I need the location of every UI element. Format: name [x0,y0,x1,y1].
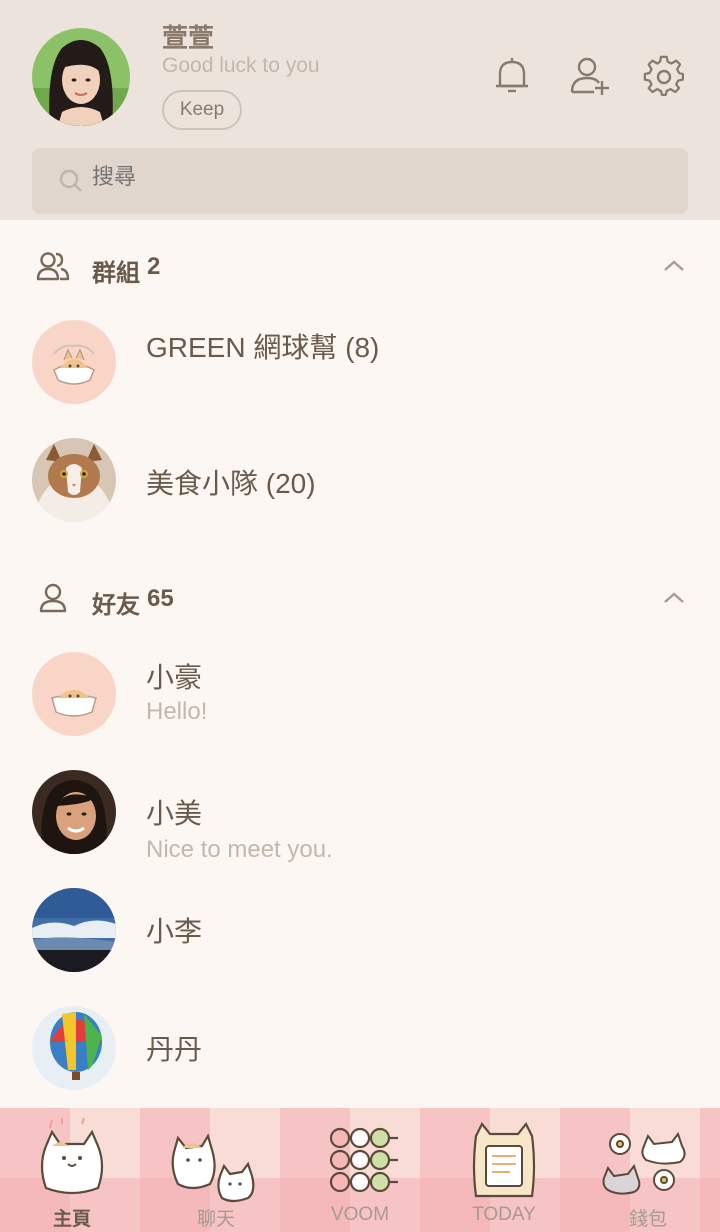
friend-row[interactable]: 小美 Nice to meet you. [0,756,720,866]
friends-count: 65 [147,585,174,612]
groups-section-label: 群組 [92,260,140,287]
friend-row[interactable]: 丹丹 [0,992,720,1102]
chevron-up-icon[interactable] [660,256,688,276]
tab-today-label: TODAY [472,1204,536,1225]
friend-status-message: Hello! [146,698,208,725]
tab-wallet[interactable]: 錢包 [576,1108,720,1232]
group-name: 美食小隊 (20) [146,468,316,499]
bell-icon[interactable] [490,54,534,98]
tab-chats-label: 聊天 [196,1209,235,1230]
friend-row[interactable]: 小豪 Hello! [0,638,720,748]
friend-name: 丹丹 [146,1034,203,1065]
friend-avatar [32,770,116,854]
friends-section-header[interactable]: 好友 65 [0,568,720,628]
groups-count: 2 [147,253,161,280]
search-icon [58,168,84,194]
friend-icon [36,582,70,614]
friend-row[interactable]: 小李 [0,874,720,984]
group-row[interactable]: 美食小隊 (20) [0,424,720,534]
group-avatar [32,320,116,404]
group-icon [36,250,70,282]
friend-avatar [32,888,116,972]
friend-avatar [32,1006,116,1090]
profile-name[interactable]: 萱萱 [162,18,214,55]
friend-avatar [32,652,116,736]
tab-wallet-label: 錢包 [628,1209,667,1230]
keep-button[interactable]: Keep [162,90,242,130]
friend-status-message: Nice to meet you. [146,836,333,863]
chat-cats-icon [171,1133,255,1203]
profile-avatar[interactable] [32,28,130,126]
tab-chats[interactable]: 聊天 [144,1108,288,1232]
add-friend-icon[interactable] [568,54,612,98]
friend-name: 小豪 [146,662,203,693]
voom-dango-icon [329,1127,398,1193]
tab-today[interactable]: TODAY [432,1108,576,1232]
home-cat-icon [40,1117,104,1195]
chevron-up-icon[interactable] [660,588,688,608]
tab-home[interactable]: 主頁 [0,1108,144,1232]
settings-gear-icon[interactable] [642,54,686,98]
bottom-tab-bar: 主頁 聊天 VOOM TODAY 錢包 [0,1108,720,1232]
group-avatar [32,438,116,522]
friends-section-label: 好友 [92,592,140,619]
search-input[interactable] [92,164,592,190]
search-bar[interactable] [32,148,688,214]
group-name: GREEN 網球幫 (8) [146,332,380,363]
tab-voom[interactable]: VOOM [288,1108,432,1232]
groups-section-header[interactable]: 群組 2 [0,236,720,296]
group-row[interactable]: GREEN 網球幫 (8) [0,306,720,416]
tab-voom-label: VOOM [330,1204,390,1225]
tab-home-label: 主頁 [52,1209,91,1230]
friend-name: 小李 [146,916,203,947]
profile-status-message[interactable]: Good luck to you [162,54,320,78]
wallet-flowers-icon [602,1131,686,1195]
friend-name: 小美 [146,798,203,829]
today-news-icon [472,1121,536,1198]
profile-header: 萱萱 Good luck to you Keep [0,0,720,220]
